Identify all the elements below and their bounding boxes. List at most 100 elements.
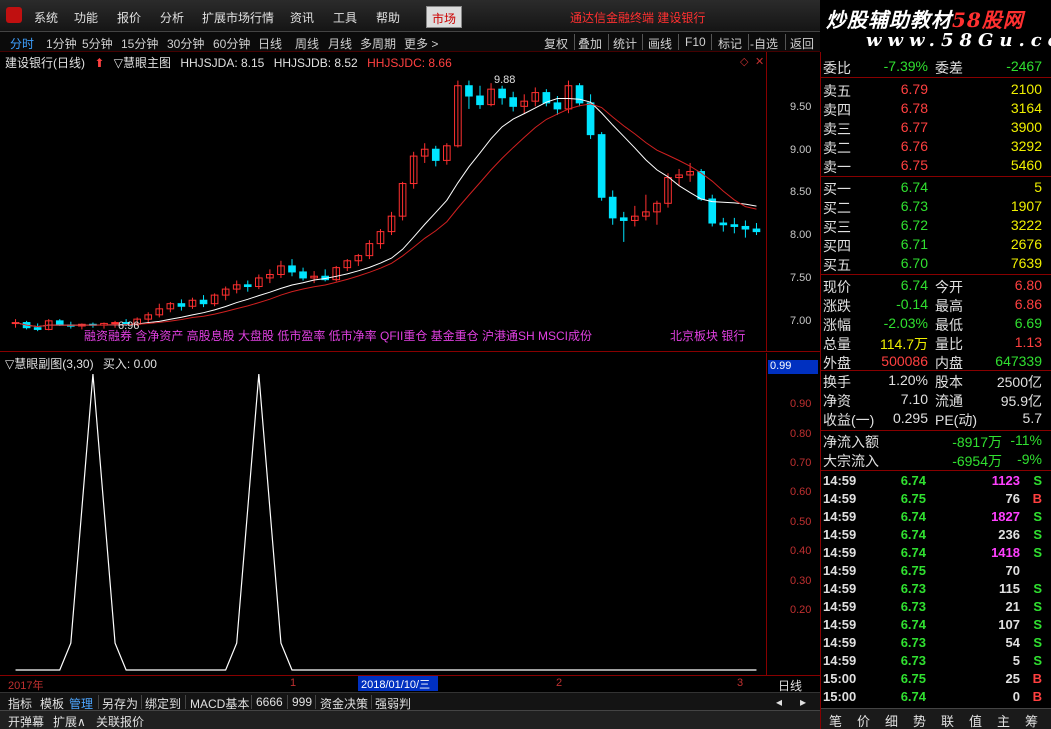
period-15min[interactable]: 15分钟 [121,35,158,52]
date-year: 2017年 [8,680,44,692]
bid-row[interactable]: 买一 6.74 5 [821,179,1051,198]
candlestick-chart[interactable] [0,52,766,352]
period-1min[interactable]: 1分钟 [46,35,77,52]
sub-header: ▽慧眼副图(3,30) 买入: 0.00 [5,355,157,372]
app-logo-icon[interactable] [6,7,22,23]
ptab-price[interactable]: 价 [857,711,870,729]
tool-watchlist[interactable]: -自选 [750,35,778,52]
menu-extended-market[interactable]: 扩展市场行情 [202,9,274,26]
tick-row: 15:00 6.75 25 B [823,671,1042,686]
main-chart[interactable]: 建设银行(日线) ⬆ ▽慧眼主图 HHJSJDA: 8.15 HHJSJDB: … [0,52,820,352]
tick-row: 14:59 6.74 1827 S [823,509,1042,524]
ptab-value[interactable]: 值 [969,711,982,729]
ptab-trade[interactable]: 笔 [829,711,842,729]
scroll-right-icon[interactable]: ▸ [800,695,806,709]
tick-row: 14:59 6.73 5 S [823,653,1042,668]
candle-body [597,134,606,198]
candle-body [55,320,64,326]
candle-body [741,225,750,230]
sub-y-tick: 0.50 [790,516,812,528]
scroll-left-icon[interactable]: ◂ [776,695,782,709]
candle-body [476,95,484,106]
date-cursor: 2018/01/10/三 [358,676,438,691]
tool-stats[interactable]: 统计 [613,35,637,52]
menu-analysis[interactable]: 分析 [160,9,184,26]
candle-body [553,102,562,110]
y-tick: 9.50 [790,101,812,113]
market-tab[interactable]: 市场 [426,6,463,28]
buy-value: 买入: 0.00 [102,357,157,371]
tick-row: 14:59 6.75 76 B [823,491,1042,506]
bid-row[interactable]: 买五 6.70 7639 [821,255,1051,274]
ptab-trend[interactable]: 势 [913,711,926,729]
candle-body [697,171,705,200]
tool-back[interactable]: 返回 [790,35,814,52]
candle-body [752,228,761,233]
toggle-danmaku[interactable]: 开弹幕 [8,713,44,729]
flow-row: 净流入额 -8917万 -11% [823,432,1042,450]
fundamental-row: 收益(一) 0.295 PE(动) 5.7 [823,410,1042,428]
candle-body [465,85,473,97]
y-tick: 8.00 [790,229,812,241]
sub-chart[interactable]: ▽慧眼副图(3,30) 买入: 0.00 0.99 0.90 0.80 0.70… [0,353,820,675]
hhjsjdb-value: HHJSJDB: 8.52 [273,56,358,70]
candle-body [498,88,506,99]
ask-row[interactable]: 卖三 6.77 3900 [821,119,1051,138]
ask-row[interactable]: 卖一 6.75 5460 [821,157,1051,176]
tool-f10[interactable]: F10 [685,35,706,49]
related-quotes[interactable]: 关联报价 [96,713,144,729]
bid-row[interactable]: 买四 6.71 2676 [821,236,1051,255]
ptab-detail[interactable]: 细 [885,711,898,729]
ptab-chips[interactable]: 筹 [1025,711,1038,729]
stock-name: 建设银行(日线) [5,56,85,70]
period-60min[interactable]: 60分钟 [213,35,250,52]
tool-mark[interactable]: 标记 [718,35,742,52]
period-5min[interactable]: 5分钟 [82,35,113,52]
tool-draw[interactable]: 画线 [648,35,672,52]
period-monthly[interactable]: 月线 [328,35,352,52]
candle-body [708,198,717,224]
max-price-label: 9.88 [494,74,516,86]
menu-news[interactable]: 资讯 [290,9,314,26]
quote-panel: 委比 -7.39% 委差 -2467 卖五 6.79 2100 卖四 6.78 … [820,52,1051,729]
period-intraday[interactable]: 分时 [10,35,34,52]
ptab-related[interactable]: 联 [941,711,954,729]
period-more[interactable]: 更多 > [404,35,438,52]
tick-row: 14:59 6.73 21 S [823,599,1042,614]
sub-y-tick: 0.40 [790,545,812,557]
period-weekly[interactable]: 周线 [295,35,319,52]
concept-tags: 融资融券 含净资产 高股息股 大盘股 低市盈率 低市净率 QFII重仓 基金重仓… [84,329,593,343]
sub-y-tick: 0.20 [790,604,812,616]
bid-row[interactable]: 买三 6.72 3222 [821,217,1051,236]
expand-button[interactable]: 扩展∧ [53,713,86,729]
tool-adjust[interactable]: 复权 [544,35,568,52]
itab-999[interactable]: 999 [292,695,312,709]
tick-row: 14:59 6.73 54 S [823,635,1042,650]
candle-body [730,224,739,227]
tick-row: 15:00 6.74 0 B [823,689,1042,704]
period-multi[interactable]: 多周期 [360,35,396,52]
bid-row[interactable]: 买二 6.73 1907 [821,198,1051,217]
tick-row: 14:59 6.74 107 S [823,617,1042,632]
itab-6666[interactable]: 6666 [256,695,283,709]
ask-row[interactable]: 卖五 6.79 2100 [821,81,1051,100]
ptab-main[interactable]: 主 [997,711,1010,729]
period-daily[interactable]: 日线 [258,35,282,52]
diamond-icon[interactable]: ◇ [740,55,748,68]
menu-help[interactable]: 帮助 [376,9,400,26]
menu-quote[interactable]: 报价 [117,9,141,26]
ask-row[interactable]: 卖二 6.76 3292 [821,138,1051,157]
period-30min[interactable]: 30分钟 [167,35,204,52]
sub-indicator-chart[interactable] [0,353,766,675]
close-icon[interactable]: ✕ [755,55,764,68]
main-indicator-name[interactable]: ▽慧眼主图 [114,56,171,70]
period-toolbar: 分时 1分钟 5分钟 15分钟 30分钟 60分钟 日线 周线 月线 多周期 更… [0,32,820,52]
tool-overlay[interactable]: 叠加 [578,35,602,52]
ask-row[interactable]: 卖四 6.78 3164 [821,100,1051,119]
sub-indicator-name[interactable]: ▽慧眼副图(3,30) [5,357,94,371]
window-title: 通达信金融终端 建设银行 [570,11,706,25]
menu-system[interactable]: 系统 [34,9,58,26]
menu-tools[interactable]: 工具 [333,9,357,26]
y-tick: 7.50 [790,272,812,284]
menu-function[interactable]: 功能 [74,9,98,26]
